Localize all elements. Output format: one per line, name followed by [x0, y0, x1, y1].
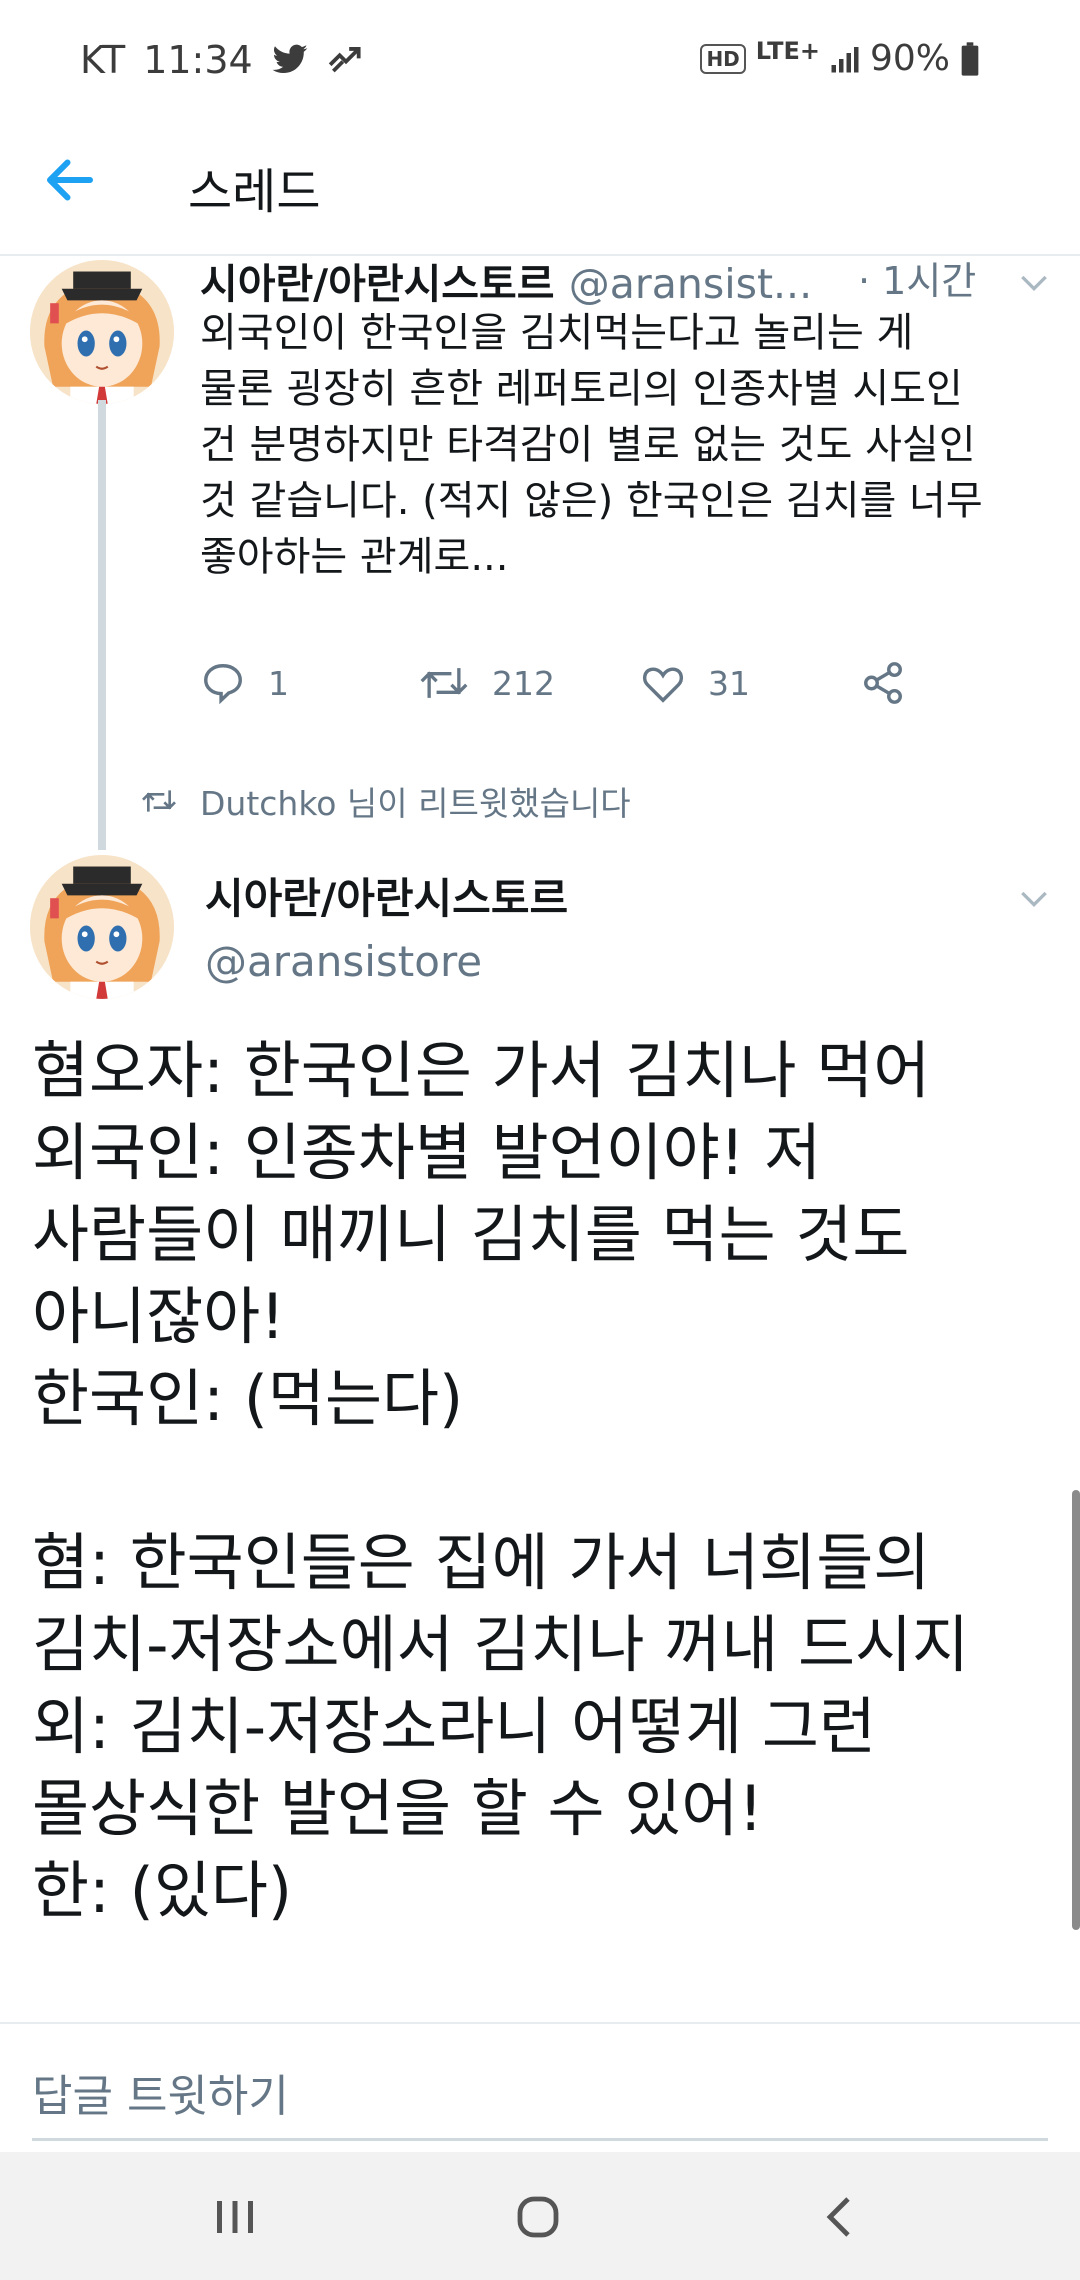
main-tweet-author-name[interactable]: 시아란/아란시스토르	[205, 865, 568, 926]
like-button[interactable]: 31	[640, 660, 750, 706]
clock: 11:34	[143, 38, 253, 82]
reply-button[interactable]: 1	[200, 660, 289, 706]
reply-count: 1	[268, 663, 289, 703]
tweet-menu-button[interactable]	[1014, 262, 1054, 302]
heart-icon	[642, 667, 684, 703]
retweeted-by-text: Dutchko 님이 리트윗했습니다	[200, 784, 631, 823]
like-count: 31	[708, 663, 750, 703]
tweet-menu-button[interactable]	[1014, 878, 1054, 918]
chevron-down-icon	[1021, 891, 1047, 908]
back-button[interactable]	[40, 150, 100, 210]
reply-input[interactable]: 답글 트윗하기	[32, 2060, 289, 2124]
retweet-button[interactable]: 212	[418, 660, 555, 706]
author-name: 시아란/아란시스토르	[200, 260, 555, 308]
anime-girl-avatar-icon	[30, 855, 174, 999]
retweeted-by-note: Dutchko 님이 리트윗했습니다	[140, 777, 631, 825]
system-back-button[interactable]	[805, 2182, 875, 2252]
recent-apps-button[interactable]	[200, 2182, 270, 2252]
system-nav-bar	[0, 2152, 1080, 2280]
back-arrow-icon	[47, 159, 93, 201]
recent-apps-icon	[217, 2201, 253, 2233]
tweet-timestamp: · 1시간	[858, 259, 977, 303]
divider	[0, 2022, 1080, 2024]
retweet-icon	[420, 668, 468, 698]
parent-tweet-text: 외국인이 한국인을 김치먹는다고 놀리는 게 물론 굉장히 흔한 레퍼토리의 인…	[200, 310, 983, 580]
anime-girl-avatar-icon	[30, 260, 174, 404]
reply-input-underline	[32, 2138, 1048, 2141]
twitter-bird-icon	[271, 44, 309, 76]
main-tweet-author-handle[interactable]: @aransistore	[205, 937, 482, 986]
parent-tweet-author[interactable]: 시아란/아란시스토르 @aransist...	[200, 250, 812, 310]
main-tweet-text: 혐오자: 한국인은 가서 김치나 먹어 외국인: 인종차별 발언이야! 저 사람…	[32, 1034, 970, 1927]
app-header: 스레드	[0, 104, 1080, 256]
avatar[interactable]	[30, 855, 174, 999]
battery-icon	[960, 41, 980, 76]
hd-voice-icon: HD	[700, 43, 746, 74]
carrier-label: KT	[80, 38, 126, 82]
status-bar: KT 11:34 HD LTE+ 90%	[0, 0, 1080, 104]
back-chevron-icon	[826, 2197, 850, 2237]
home-button[interactable]	[503, 2182, 573, 2252]
tweet-actions: 1 212 31	[200, 660, 980, 720]
reply-icon	[204, 664, 242, 705]
author-handle: @aransist...	[568, 260, 813, 308]
home-icon	[517, 2196, 559, 2238]
chevron-down-icon	[1021, 275, 1047, 292]
status-right: HD LTE+ 90%	[700, 36, 980, 79]
signal-icon	[830, 44, 860, 74]
network-type-label: LTE+	[755, 36, 820, 65]
retweet-small-icon	[142, 790, 176, 812]
share-icon	[864, 662, 902, 704]
avatar[interactable]	[30, 260, 174, 404]
share-button[interactable]	[860, 660, 906, 706]
status-left: KT 11:34	[80, 38, 365, 82]
page-title: 스레드	[188, 164, 321, 220]
thread-connector-line	[98, 400, 106, 850]
battery-percent: 90%	[869, 38, 950, 79]
notification-icon	[327, 45, 365, 75]
retweet-count: 212	[492, 663, 555, 703]
scrollbar[interactable]	[1072, 1490, 1080, 1930]
